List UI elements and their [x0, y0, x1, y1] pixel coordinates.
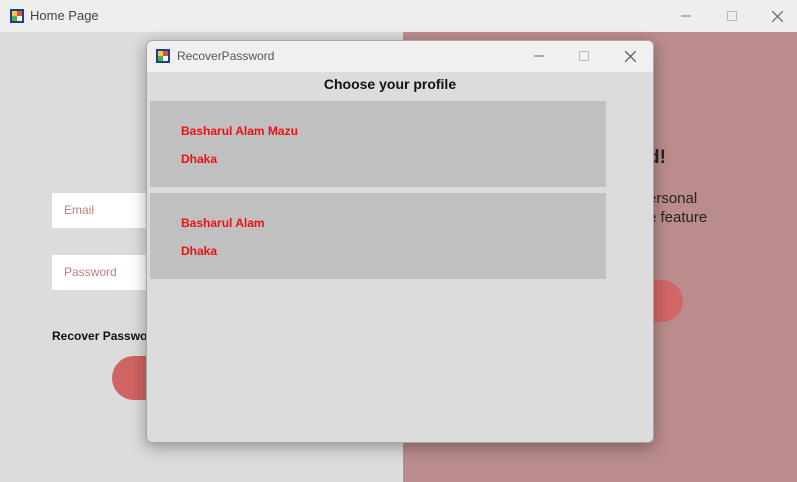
welcome-text-line-2: e feature [648, 209, 708, 226]
close-button[interactable] [754, 0, 797, 32]
close-icon [771, 10, 783, 22]
recover-password-link[interactable]: Recover Passwo [52, 329, 147, 343]
minimize-icon [534, 55, 544, 57]
dialog-minimize-button[interactable] [516, 41, 562, 71]
minimize-icon [681, 15, 691, 17]
dialog-title: RecoverPassword [177, 49, 275, 63]
profile-card[interactable]: Basharul Alam Dhaka [150, 193, 606, 279]
dialog-maximize-button[interactable] [561, 41, 607, 71]
app-icon [10, 9, 24, 23]
profile-name: Basharul Alam [181, 216, 265, 230]
welcome-text-line-1: ersonal [648, 190, 698, 207]
profile-card[interactable]: Basharul Alam Mazu Dhaka [150, 101, 606, 187]
home-title-bar[interactable]: Home Page [0, 0, 797, 32]
profile-name: Basharul Alam Mazu [181, 124, 298, 138]
minimize-button[interactable] [663, 0, 709, 32]
recover-password-dialog: RecoverPassword Choose your profile Bash… [146, 40, 654, 443]
profile-city: Dhaka [181, 244, 218, 258]
app-icon [156, 49, 170, 63]
window-title: Home Page [30, 8, 99, 23]
maximize-button[interactable] [709, 0, 755, 32]
maximize-icon [579, 51, 589, 61]
choose-profile-heading: Choose your profile [323, 76, 457, 92]
dialog-close-button[interactable] [607, 41, 653, 71]
maximize-icon [727, 11, 737, 21]
profile-city: Dhaka [181, 152, 218, 166]
close-icon [624, 50, 636, 62]
dialog-title-bar[interactable]: RecoverPassword [147, 41, 653, 72]
